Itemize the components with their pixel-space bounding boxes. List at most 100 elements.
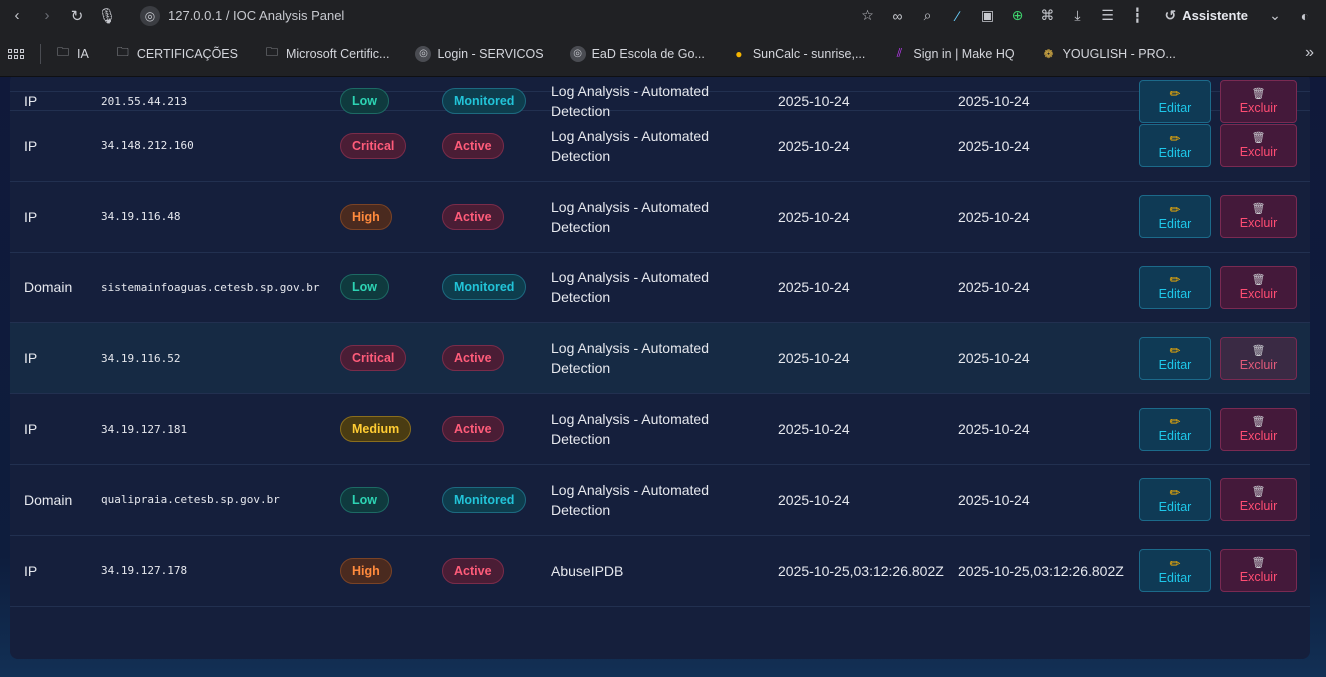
ioc-value: 34.148.212.160 — [101, 139, 194, 153]
page-content: IP 201.55.44.213 Low Monitored Log Analy… — [0, 77, 1326, 677]
bookmark-item[interactable]: ❁ YOUGLISH - PRO... — [1041, 46, 1176, 62]
lens-icon[interactable]: ⌕ — [915, 3, 941, 29]
table-row: IP 34.148.212.160 Critical Active Log An… — [10, 111, 1310, 182]
ioc-value: 34.19.127.181 — [101, 422, 188, 436]
ioc-type: IP — [24, 350, 38, 367]
site-info-icon[interactable]: ◎ — [140, 5, 160, 26]
address-bar[interactable]: ◎ 127.0.0.1 / IOC Analysis Panel — [140, 4, 344, 27]
bookmark-label: EaD Escola de Go... — [591, 46, 705, 61]
ioc-value: sistemainfoaguas.cetesb.sp.gov.br — [101, 280, 320, 294]
edit-label: Editar — [1158, 216, 1192, 231]
ioc-value: qualipraia.cetesb.sp.gov.br — [101, 493, 280, 507]
bookmark-item[interactable]: 🗀 Microsoft Certific... — [264, 45, 390, 62]
severity-cell: Medium — [340, 394, 435, 464]
bookmarks-divider — [40, 43, 41, 64]
edit-button[interactable]: ✏ Editar — [1139, 265, 1211, 309]
severity-badge: High — [340, 557, 392, 584]
bookmark-item[interactable]: ● SunCalc - sunrise,... — [731, 46, 865, 62]
back-icon[interactable]: ‹ — [4, 3, 30, 29]
severity-badge: Low — [340, 486, 389, 513]
severity-cell: Critical — [340, 323, 435, 393]
edit-button[interactable]: ✏ Editar — [1139, 478, 1211, 522]
delete-button[interactable]: 🗑 Excluir — [1220, 336, 1297, 380]
delete-label: Excluir — [1239, 499, 1278, 514]
status-cell: Active — [442, 536, 542, 606]
bookmark-item[interactable]: 🗀 IA — [55, 45, 89, 62]
edit-button[interactable]: ✏ Editar — [1139, 195, 1211, 239]
ioc-source: Log Analysis - Automated Detection — [551, 411, 709, 448]
ioc-source: Log Analysis - Automated Detection — [551, 198, 709, 235]
status-badge: Active — [442, 345, 504, 372]
ioc-type: Domain — [24, 491, 73, 508]
pencil-icon: ✏ — [1169, 414, 1181, 430]
delete-label: Excluir — [1239, 570, 1278, 585]
delete-button[interactable]: 🗑 Excluir — [1220, 407, 1297, 451]
profile-icon[interactable]: ◐ — [1292, 3, 1318, 29]
menu-lines-icon[interactable]: ☰ — [1095, 3, 1121, 29]
chevron-down-icon[interactable]: ⌄ — [1262, 3, 1288, 29]
plus-extension-icon[interactable]: ⊕ — [1005, 3, 1031, 29]
link-icon[interactable]: ∞ — [885, 3, 911, 29]
first-seen: 2025-10-24 — [778, 421, 850, 438]
status-cell: Monitored — [442, 253, 542, 323]
table-row: Domain qualipraia.cetesb.sp.gov.br Low M… — [10, 465, 1310, 536]
severity-cell: Low — [340, 465, 435, 535]
ioc-source: Log Analysis - Automated Detection — [551, 83, 709, 119]
status-cell: Monitored — [442, 88, 542, 114]
delete-label: Excluir — [1239, 428, 1278, 443]
row-actions: ✏ Editar 🗑 Excluir — [1139, 79, 1304, 123]
pencil-icon: ✏ — [1169, 343, 1181, 359]
code-extension-icon[interactable]: ▣ — [975, 3, 1001, 29]
folder-icon: 🗀 — [56, 45, 69, 59]
row-actions: ✏ Editar 🗑 Excluir — [1139, 182, 1304, 252]
first-seen: 2025-10-24 — [778, 350, 850, 367]
apps-grid-icon[interactable] — [6, 44, 26, 64]
delete-button[interactable]: 🗑 Excluir — [1220, 478, 1297, 522]
sun-icon: ● — [735, 46, 743, 61]
bookmark-item[interactable]: 🗀 CERTIFICAÇÕES — [115, 45, 238, 62]
extensions-icon[interactable]: ⌘ — [1035, 3, 1061, 29]
row-actions: ✏ Editar 🗑 Excluir — [1139, 111, 1304, 181]
status-badge: Active — [442, 132, 504, 159]
status-badge: Monitored — [442, 486, 527, 513]
forward-icon[interactable]: › — [34, 3, 60, 29]
edit-button[interactable]: ✏ Editar — [1139, 336, 1211, 380]
url-text[interactable]: 127.0.0.1 / IOC Analysis Panel — [168, 8, 344, 23]
reload-icon[interactable]: ↻ — [64, 3, 90, 29]
status-cell: Monitored — [442, 465, 542, 535]
bookmark-label: IA — [77, 46, 89, 61]
edit-button[interactable]: ✏ Editar — [1139, 549, 1211, 593]
star-icon[interactable]: ☆ — [855, 3, 881, 29]
ioc-source: Log Analysis - Automated Detection — [551, 269, 709, 306]
first-seen: 2025-10-24 — [778, 279, 850, 296]
edit-button[interactable]: ✏ Editar — [1139, 407, 1211, 451]
status-cell: Active — [442, 394, 542, 464]
more-bookmarks-icon[interactable]: » — [1305, 44, 1314, 62]
trash-icon: 🗑 — [1251, 415, 1266, 428]
pencil-icon: ✏ — [1169, 130, 1181, 146]
edit-button[interactable]: ✏ Editar — [1139, 124, 1211, 168]
make-logo-icon: ⫽ — [896, 46, 903, 60]
last-seen: 2025-10-24 — [958, 137, 1030, 154]
ioc-type: IP — [24, 562, 38, 579]
row-actions: ✏ Editar 🗑 Excluir — [1139, 465, 1304, 535]
folder-icon: 🗀 — [265, 45, 278, 59]
ioc-source: AbuseIPDB — [551, 562, 624, 579]
bookmark-item[interactable]: ◎ EaD Escola de Go... — [569, 45, 705, 62]
delete-label: Excluir — [1239, 286, 1278, 301]
assistant-button[interactable]: ↺ Assistente — [1155, 7, 1258, 24]
microphone-icon[interactable]: 🎙 — [94, 3, 120, 29]
bookmark-item[interactable]: ◎ Login - SERVICOS — [415, 45, 544, 62]
delete-button[interactable]: 🗑 Excluir — [1220, 195, 1297, 239]
bookmark-label: Sign in | Make HQ — [913, 46, 1015, 61]
delete-button[interactable]: 🗑 Excluir — [1220, 265, 1297, 309]
table-row: IP 34.19.127.178 High Active AbuseIPDB 2… — [10, 536, 1310, 607]
table-row: IP 34.19.127.181 Medium Active Log Analy… — [10, 394, 1310, 465]
delete-button[interactable]: 🗑 Excluir — [1220, 124, 1297, 168]
first-seen: 2025-10-24 — [778, 491, 850, 508]
audio-wave-icon[interactable]: ┇ — [1125, 3, 1151, 29]
delete-button[interactable]: 🗑 Excluir — [1220, 549, 1297, 593]
pen-extension-icon[interactable]: ∕ — [945, 3, 971, 29]
download-icon[interactable]: ⤓ — [1065, 3, 1091, 29]
bookmark-item[interactable]: ⫽ Sign in | Make HQ — [891, 46, 1015, 62]
